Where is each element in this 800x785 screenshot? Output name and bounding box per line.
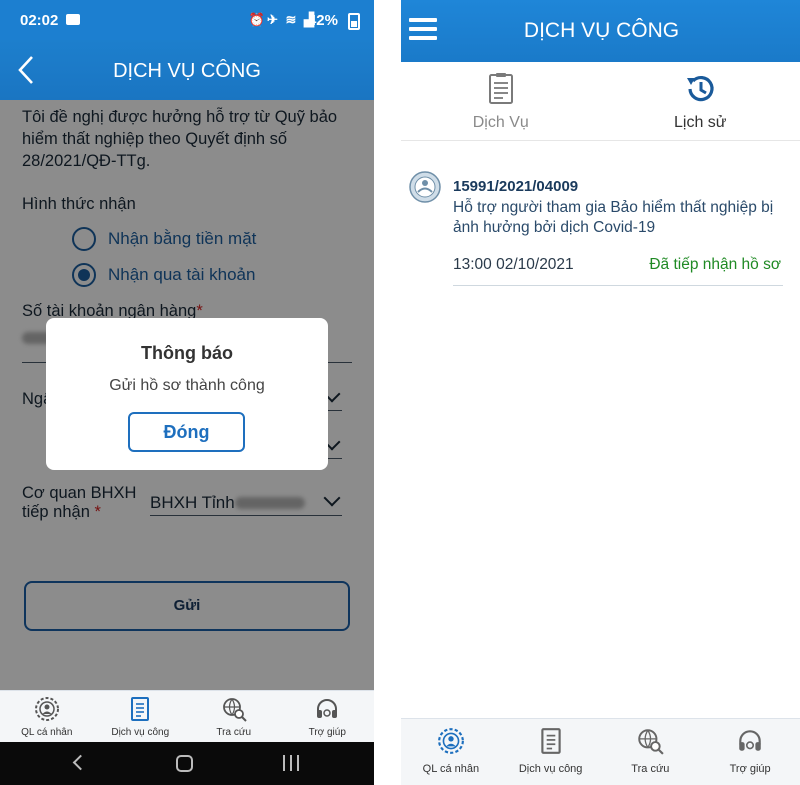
history-icon [687,75,714,102]
battery-icon [348,13,360,30]
nav-label: Dịch vụ công [111,727,170,738]
nav-item-lookup[interactable]: Tra cứu [187,691,281,742]
document-icon [488,73,513,104]
person-gear-icon [34,697,59,721]
battery-percent: 42% [307,12,338,29]
app-header: DỊCH VỤ CÔNG [401,0,800,62]
android-navigation-bar [0,742,374,785]
status-time: 02:02 [20,12,59,29]
app-header: DỊCH VỤ CÔNG [0,40,374,100]
nav-label: Tra cứu [631,763,670,775]
message-notification-icon [66,14,80,25]
nav-item-help[interactable]: Trợ giúp [700,719,800,785]
divider [374,0,401,785]
nav-label: Dịch vụ công [518,763,583,775]
headset-icon [317,699,338,718]
bottom-nav: QL cá nhân Dịch vụ công Tra cứu Trợ giúp [401,718,800,785]
status-signal-icons: ⏰✈ ≋ ▟ [248,12,316,27]
nav-label: Trợ giúp [729,763,771,775]
tab-bar: Dịch Vụ Lịch sử [401,62,800,140]
nav-item-lookup[interactable]: Tra cứu [601,719,701,785]
record-code: 15991/2021/04009 [453,178,579,195]
tab-history[interactable]: Lịch sử [601,62,800,140]
globe-search-icon [638,729,665,755]
nav-label: QL cá nhân [422,763,480,775]
right-phone-screen: DỊCH VỤ CÔNG Dịch Vụ Lịch sử 15991/2021/… [401,0,800,785]
left-phone-screen: 02:02 ⏰✈ ≋ ▟ 42% Tôi đề nghị được hưởng … [0,0,374,785]
page-title: DỊCH VỤ CÔNG [523,19,680,42]
nav-item-help[interactable]: Trợ giúp [281,691,375,742]
close-button[interactable]: Đóng [128,412,245,452]
dialog-title: Thông báo [141,343,233,363]
document-icon [540,728,561,754]
notification-dialog: Thông báo Gửi hồ sơ thành công Đóng [46,318,328,470]
screenshot-composite: 02:02 ⏰✈ ≋ ▟ 42% Tôi đề nghị được hưởng … [0,0,800,785]
bottom-nav: QL cá nhân Dịch vụ công Tra cứu Trợ giúp [0,690,374,742]
nav-item-personal[interactable]: QL cá nhân [401,719,501,785]
nav-label: Trợ giúp [308,727,346,738]
headset-icon [739,730,761,751]
history-list: 15991/2021/04009 Hỗ trợ người tham gia B… [401,140,800,718]
android-home-icon[interactable] [176,755,193,772]
nav-item-public-service[interactable]: Dịch vụ công [501,719,601,785]
divider [453,285,783,286]
nav-label: QL cá nhân [21,727,73,738]
nav-item-personal[interactable]: QL cá nhân [0,691,94,742]
tab-services[interactable]: Dịch Vụ [401,62,601,140]
dialog-message: Gửi hồ sơ thành công [109,377,265,394]
status-bar: 02:02 ⏰✈ ≋ ▟ 42% [0,0,374,40]
document-icon [131,697,150,721]
tab-label: Lịch sử [673,114,727,131]
record-timestamp: 13:00 02/10/2021 [453,256,574,273]
list-item[interactable]: 15991/2021/04009 Hỗ trợ người tham gia B… [409,171,791,288]
android-back-icon[interactable] [72,754,89,771]
nav-item-public-service[interactable]: Dịch vụ công [94,691,188,742]
nav-label: Tra cứu [216,727,252,738]
status-badge: Đã tiếp nhận hồ sơ [649,256,781,273]
page-title: DỊCH VỤ CÔNG [113,60,261,82]
tab-label: Dịch Vụ [472,114,529,131]
record-description: Hỗ trợ người tham gia Bảo hiểm thất nghi… [453,199,774,236]
person-gear-icon [437,728,464,754]
bhxh-logo-icon [409,171,441,203]
globe-search-icon [222,698,247,722]
android-recents-icon[interactable] [283,755,299,771]
